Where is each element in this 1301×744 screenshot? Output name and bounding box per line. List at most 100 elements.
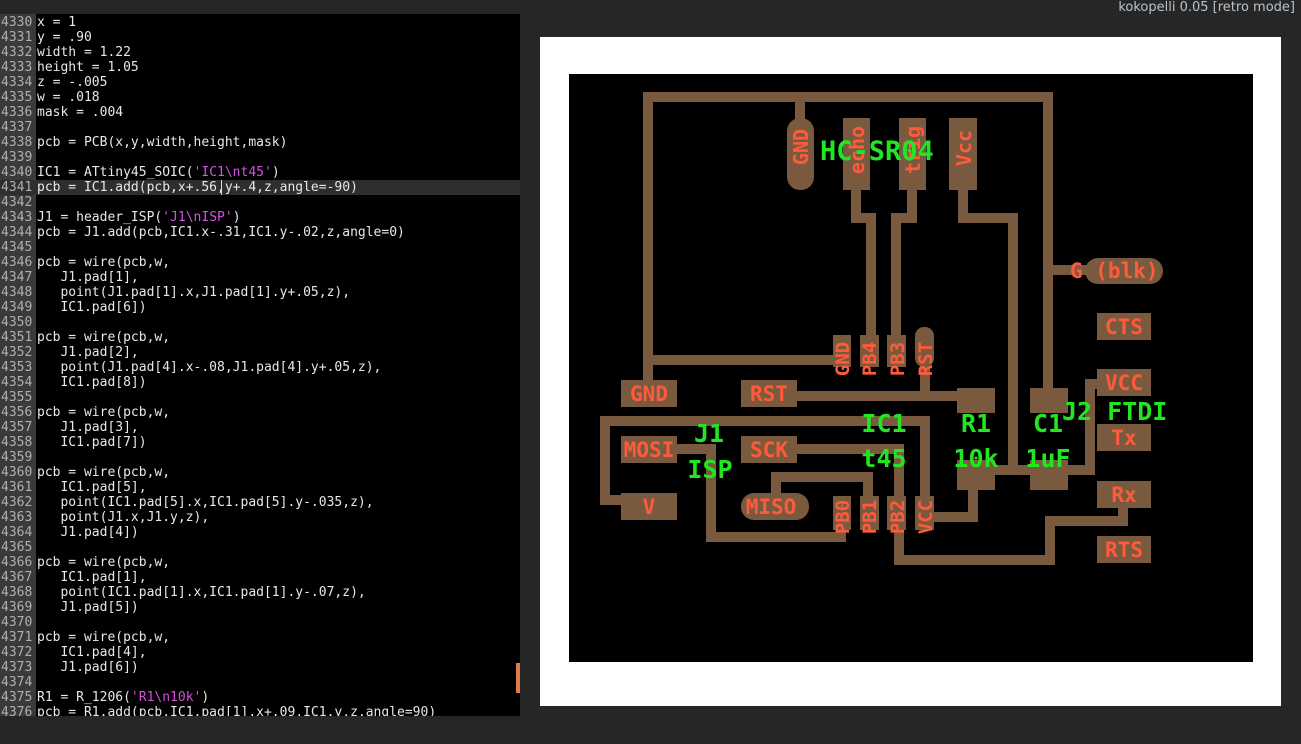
code-text: J1.pad[3],	[37, 420, 139, 435]
line-code: point(J1.x,J1.y,z),	[37, 510, 209, 525]
code-line[interactable]: 4330 x = 1	[0, 15, 520, 30]
code-text: point(J1.pad[1].x,J1.pad[1].y+.05,z),	[37, 285, 351, 300]
code-line[interactable]: 4345	[0, 240, 520, 255]
code-line[interactable]: 4335 w = .018	[0, 90, 520, 105]
line-code: y = .90	[37, 30, 92, 45]
code-text: point(J1.pad[4].x-.08,J1.pad[4].y+.05,z)…	[37, 360, 382, 375]
label-ic-pb2: PB2	[887, 500, 909, 534]
line-code: IC1.pad[4],	[37, 645, 147, 660]
code-line[interactable]: 4349 IC1.pad[6])	[0, 300, 520, 315]
code-line[interactable]: 4376 pcb = R1.add(pcb,IC1.pad[1].x+.09,IC…	[0, 705, 520, 716]
label-c1-value: 1uF	[1025, 444, 1070, 473]
code-line[interactable]: 4350	[0, 315, 520, 330]
code-line[interactable]: 4344 pcb = J1.add(pcb,IC1.x-.31,IC1.y-.02…	[0, 225, 520, 240]
line-number: 4366	[1, 555, 33, 570]
line-number: 4355	[1, 390, 33, 405]
code-line[interactable]: 4343 J1 = header_ISP('J1\nISP')	[0, 210, 520, 225]
code-line[interactable]: 4359	[0, 450, 520, 465]
code-line[interactable]: 4331 y = .90	[0, 30, 520, 45]
code-line[interactable]: 4371 pcb = wire(pcb,w,	[0, 630, 520, 645]
string-literal: 'R1\n10k'	[130, 690, 202, 705]
line-code: pcb = wire(pcb,w,	[37, 555, 170, 570]
code-editor[interactable]: 4330 x = 1 4331 y = .90 4332 width = 1.22 4333…	[0, 14, 520, 716]
code-text: point(IC1.pad[5].x,IC1.pad[5].y-.035,z),	[37, 495, 374, 510]
line-number: 4352	[1, 345, 33, 360]
line-number: 4345	[1, 240, 33, 255]
line-code: pcb = IC1.add(pcb,x+.56,y+.4,z,angle=-90…	[37, 180, 358, 195]
label-ic-rst: RST	[915, 342, 937, 376]
line-code: IC1.pad[5],	[37, 480, 147, 495]
code-text: )	[271, 165, 280, 180]
code-text: y = .90	[37, 30, 92, 45]
code-line[interactable]: 4373 J1.pad[6])	[0, 660, 520, 675]
line-code: J1.pad[6])	[37, 660, 138, 675]
label-j1-v: V	[643, 495, 656, 519]
code-line[interactable]: 4360 pcb = wire(pcb,w,	[0, 465, 520, 480]
code-text: pcb = wire(pcb,w,	[37, 330, 171, 345]
code-line[interactable]: 4348 point(J1.pad[1].x,J1.pad[1].y+.05,z…	[0, 285, 520, 300]
code-line[interactable]: 4342	[0, 195, 520, 210]
code-line[interactable]: 4333 height = 1.05	[0, 60, 520, 75]
code-line[interactable]: 4340 IC1 = ATtiny45_SOIC('IC1\nt45')	[0, 165, 520, 180]
line-number: 4330	[1, 15, 33, 30]
code-line[interactable]: 4358 IC1.pad[7])	[0, 435, 520, 450]
code-line[interactable]: 4334 z = -.005	[0, 75, 520, 90]
line-number: 4370	[1, 615, 33, 630]
code-lines[interactable]: 4330 x = 1 4331 y = .90 4332 width = 1.22 4333…	[0, 15, 520, 716]
code-text: )	[232, 210, 241, 225]
code-line[interactable]: 4347 J1.pad[1],	[0, 270, 520, 285]
code-line[interactable]: 4351 pcb = wire(pcb,w,	[0, 330, 520, 345]
code-line[interactable]: 4336 mask = .004	[0, 105, 520, 120]
line-code: J1.pad[2],	[37, 345, 138, 360]
code-line[interactable]: 4353 point(J1.pad[4].x-.08,J1.pad[4].y+.…	[0, 360, 520, 375]
code-text: mask = .004	[37, 105, 124, 120]
code-text: IC1.pad[4],	[37, 645, 147, 660]
line-number: 4359	[1, 450, 33, 465]
code-line[interactable]: 4363 point(J1.x,J1.y,z),	[0, 510, 520, 525]
code-text: IC1.pad[5],	[37, 480, 147, 495]
line-number: 4336	[1, 105, 33, 120]
code-line[interactable]: 4341 pcb = IC1.add(pcb,x+.56,y+.4,z,angle…	[0, 180, 520, 195]
code-line[interactable]: 4339	[0, 150, 520, 165]
line-code: z = -.005	[37, 75, 107, 90]
code-line[interactable]: 4374	[0, 675, 520, 690]
code-line[interactable]: 4364 J1.pad[4])	[0, 525, 520, 540]
code-line[interactable]: 4370	[0, 615, 520, 630]
code-line[interactable]: 4357 J1.pad[3],	[0, 420, 520, 435]
code-line[interactable]: 4369 J1.pad[5])	[0, 600, 520, 615]
line-number: 4374	[1, 675, 33, 690]
code-line[interactable]: 4352 J1.pad[2],	[0, 345, 520, 360]
code-line[interactable]: 4355	[0, 390, 520, 405]
code-text: point(IC1.pad[1].x,IC1.pad[1].y-.07,z),	[37, 585, 366, 600]
code-line[interactable]: 4356 pcb = wire(pcb,w,	[0, 405, 520, 420]
line-number: 4343	[1, 210, 33, 225]
code-line[interactable]: 4362 point(IC1.pad[5].x,IC1.pad[5].y-.03…	[0, 495, 520, 510]
code-line[interactable]: 4354 IC1.pad[8])	[0, 375, 520, 390]
label-ftdi-vcc: VCC	[1105, 371, 1143, 395]
code-line[interactable]: 4366 pcb = wire(pcb,w,	[0, 555, 520, 570]
code-line[interactable]: 4337	[0, 120, 520, 135]
code-text: pcb = wire(pcb,w,	[37, 405, 171, 420]
code-line[interactable]: 4338 pcb = PCB(x,y,width,height,mask)	[0, 135, 520, 150]
line-number: 4346	[1, 255, 33, 270]
render-canvas[interactable]: GND echo trig Vcc G (blk) CTS VCC Tx Rx …	[540, 37, 1281, 706]
code-line[interactable]: 4346 pcb = wire(pcb,w,	[0, 255, 520, 270]
label-sr-gnd: GND	[789, 129, 813, 165]
label-rx: Rx	[1111, 483, 1137, 507]
label-ic-pb4: PB4	[859, 342, 881, 376]
line-code: point(J1.pad[1].x,J1.pad[1].y+.05,z),	[37, 285, 350, 300]
code-line[interactable]: 4365	[0, 540, 520, 555]
code-text: pcb = PCB(x,y,width,height,mask)	[37, 135, 288, 150]
label-j1-name: J1	[694, 419, 724, 448]
label-sr-vcc: Vcc	[952, 130, 976, 166]
label-r1-value: 10k	[953, 444, 998, 473]
scrollbar-thumb[interactable]	[516, 663, 520, 693]
code-line[interactable]: 4332 width = 1.22	[0, 45, 520, 60]
code-line[interactable]: 4361 IC1.pad[5],	[0, 480, 520, 495]
code-line[interactable]: 4368 point(IC1.pad[1].x,IC1.pad[1].y-.07…	[0, 585, 520, 600]
code-line[interactable]: 4372 IC1.pad[4],	[0, 645, 520, 660]
line-number: 4357	[1, 420, 33, 435]
line-code: point(J1.pad[4].x-.08,J1.pad[4].y+.05,z)…	[37, 360, 381, 375]
code-line[interactable]: 4375 R1 = R_1206('R1\n10k')	[0, 690, 520, 705]
code-line[interactable]: 4367 IC1.pad[1],	[0, 570, 520, 585]
